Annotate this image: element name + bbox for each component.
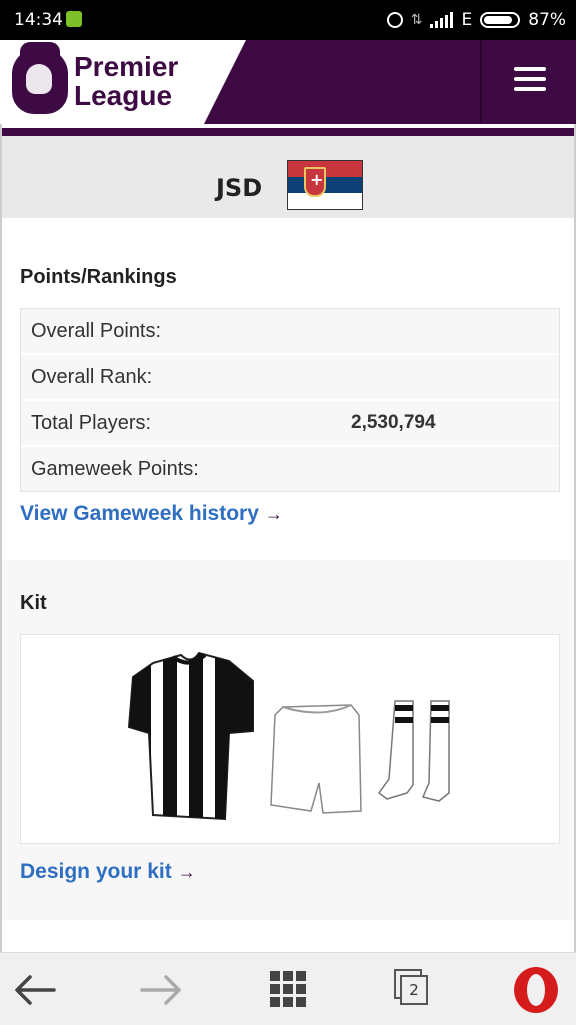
row-value: 2,530,794 (351, 412, 436, 433)
shorts-icon (270, 704, 362, 814)
battery-level: 87% (528, 10, 566, 30)
battery-icon (480, 12, 521, 28)
status-bar: 14:34 ⇅ E 87% (0, 0, 576, 40)
view-history-label: View Gameweek history (20, 502, 259, 525)
row-label: Overall Rank: (31, 365, 153, 388)
tabs-button[interactable]: 2 (382, 963, 442, 1017)
data-transfer-icon: ⇅ (410, 12, 423, 28)
site-header: Premier League (0, 40, 576, 124)
alarm-icon (386, 12, 403, 28)
shirt-icon (127, 651, 254, 821)
kit-section-title: Kit (20, 592, 47, 614)
signal-icon (430, 12, 454, 28)
row-label: Overall Points: (31, 319, 162, 342)
coat-of-arms-icon (304, 167, 326, 197)
design-kit-label: Design your kit (20, 860, 172, 883)
points-section-title: Points/Rankings (20, 266, 177, 288)
table-row: Gameweek Points: (21, 447, 559, 491)
table-row: Total Players: 2,530,794 (21, 401, 559, 447)
brand-line-1: Premier (74, 51, 179, 82)
arrow-left-icon (15, 975, 56, 1005)
hamburger-icon-bar (514, 77, 546, 81)
kit-section: Kit Design your kit → (2, 560, 574, 920)
table-row: Overall Rank: (21, 355, 559, 401)
forward-button[interactable] (130, 963, 190, 1017)
points-table: Overall Points: Overall Rank: Total Play… (20, 308, 560, 492)
table-row: Overall Points: (21, 309, 559, 355)
serbia-flag-icon (287, 160, 363, 210)
status-time: 14:34 (14, 10, 63, 30)
kit-preview (20, 634, 560, 844)
status-icons: ⇅ E 87% (386, 10, 566, 30)
brand-line-2: League (74, 80, 173, 111)
back-button[interactable] (6, 963, 66, 1017)
tabs-icon: 2 (394, 969, 428, 1005)
menu-button[interactable] (482, 40, 576, 124)
speed-dial-button[interactable] (256, 963, 316, 1017)
tab-count: 2 (400, 975, 428, 1005)
arrow-right-icon: → (264, 504, 283, 524)
hamburger-icon (514, 67, 546, 71)
opera-menu-button[interactable] (508, 963, 568, 1017)
row-label: Gameweek Points: (31, 457, 199, 480)
view-history-link[interactable]: View Gameweek history → (20, 502, 283, 526)
arrow-right-icon: → (177, 862, 196, 882)
lion-logo-icon (12, 42, 68, 114)
team-name: JSD (216, 174, 263, 202)
arrow-right-icon (140, 975, 181, 1005)
design-kit-link[interactable]: Design your kit → (20, 860, 196, 884)
kit-illustration (127, 651, 450, 821)
browser-toolbar: 2 (0, 952, 576, 1025)
grid-icon (270, 971, 306, 1007)
row-label: Total Players: (31, 411, 152, 434)
android-icon (66, 11, 82, 27)
hamburger-icon-bar (514, 87, 546, 91)
socks-icon (377, 700, 450, 802)
accent-strip (2, 128, 574, 136)
team-header: JSD (2, 136, 574, 218)
logo-link[interactable]: Premier League (0, 40, 246, 124)
network-type: E (461, 10, 473, 30)
opera-logo-icon (514, 967, 558, 1013)
page-content: JSD Points/Rankings Overall Points: Over… (0, 124, 576, 952)
brand-wordmark: Premier League (74, 52, 178, 110)
